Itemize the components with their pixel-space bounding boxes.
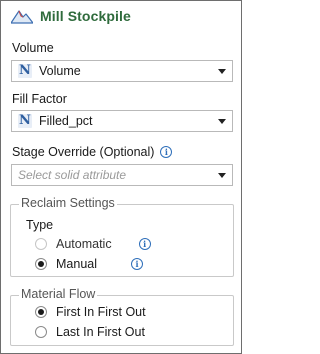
stage-override-placeholder: Select solid attribute bbox=[18, 168, 127, 182]
type-label: Type bbox=[26, 218, 54, 232]
radio-button[interactable] bbox=[35, 326, 47, 338]
info-icon[interactable]: i bbox=[131, 258, 143, 270]
fill-factor-label: Fill Factor bbox=[12, 92, 67, 106]
n-icon: N bbox=[18, 113, 32, 128]
radio-selected-dot bbox=[38, 309, 44, 315]
volume-label: Volume bbox=[12, 41, 54, 55]
chevron-down-icon[interactable] bbox=[218, 173, 226, 178]
radio-button[interactable] bbox=[35, 306, 47, 318]
stage-override-label: Stage Override (Optional) bbox=[12, 145, 155, 159]
stage-override-label-row: Stage Override (Optional) i bbox=[12, 145, 173, 159]
radio-manual[interactable]: Manual i bbox=[35, 256, 143, 272]
info-icon[interactable]: i bbox=[138, 238, 151, 250]
radio-button[interactable] bbox=[35, 238, 47, 250]
mill-stockpile-panel: Mill Stockpile Volume N Volume Fill Fact… bbox=[0, 0, 242, 354]
panel-title: Mill Stockpile bbox=[40, 8, 131, 24]
mountain-icon bbox=[11, 10, 33, 24]
radio-fifo[interactable]: First In First Out bbox=[35, 304, 146, 320]
radio-lifo-label: Last In First Out bbox=[56, 325, 145, 339]
radio-lifo[interactable]: Last In First Out bbox=[35, 324, 145, 340]
fill-factor-value: Filled_pct bbox=[39, 114, 93, 128]
chevron-down-icon[interactable] bbox=[218, 119, 226, 124]
stage-override-select[interactable]: Select solid attribute bbox=[11, 164, 233, 186]
radio-selected-dot bbox=[38, 261, 44, 267]
radio-manual-label: Manual bbox=[56, 257, 97, 271]
panel-header: Mill Stockpile bbox=[11, 6, 131, 26]
radio-button[interactable] bbox=[35, 258, 47, 270]
material-flow-legend: Material Flow bbox=[19, 287, 98, 301]
volume-value: Volume bbox=[39, 64, 81, 78]
radio-automatic-label: Automatic bbox=[56, 237, 112, 251]
chevron-down-icon[interactable] bbox=[218, 69, 226, 74]
n-icon: N bbox=[18, 63, 32, 78]
radio-fifo-label: First In First Out bbox=[56, 305, 146, 319]
radio-automatic[interactable]: Automatic i bbox=[35, 236, 151, 252]
volume-select[interactable]: N Volume bbox=[11, 60, 233, 82]
reclaim-settings-legend: Reclaim Settings bbox=[19, 196, 117, 210]
info-icon[interactable]: i bbox=[160, 146, 173, 158]
fill-factor-select[interactable]: N Filled_pct bbox=[11, 110, 233, 132]
